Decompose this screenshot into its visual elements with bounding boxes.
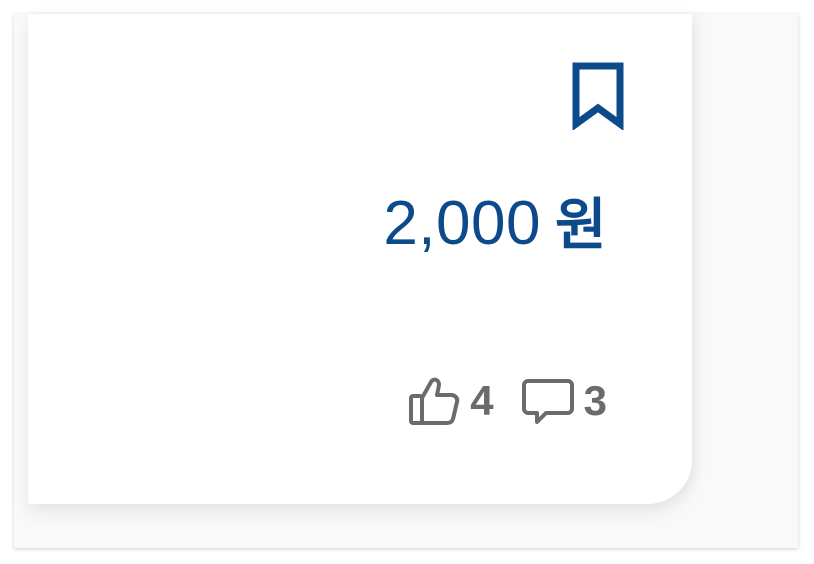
bookmark-button[interactable] — [572, 62, 624, 130]
bookmark-icon — [572, 62, 624, 130]
speech-bubble-icon — [521, 379, 574, 424]
item-card[interactable]: 2,000 원 4 3 — [28, 14, 692, 504]
price-amount: 2,000 — [383, 189, 541, 258]
like-count: 4 — [470, 377, 494, 424]
price-currency: 원 — [554, 193, 607, 258]
comment-stat[interactable]: 3 — [521, 377, 607, 425]
thumbs-up-icon — [409, 377, 460, 425]
stats-row: 4 3 — [408, 376, 607, 426]
like-stat[interactable]: 4 — [408, 376, 494, 426]
background-panel: 2,000 원 4 3 — [14, 14, 798, 548]
price: 2,000 원 — [383, 180, 607, 261]
comment-count: 3 — [583, 377, 607, 424]
